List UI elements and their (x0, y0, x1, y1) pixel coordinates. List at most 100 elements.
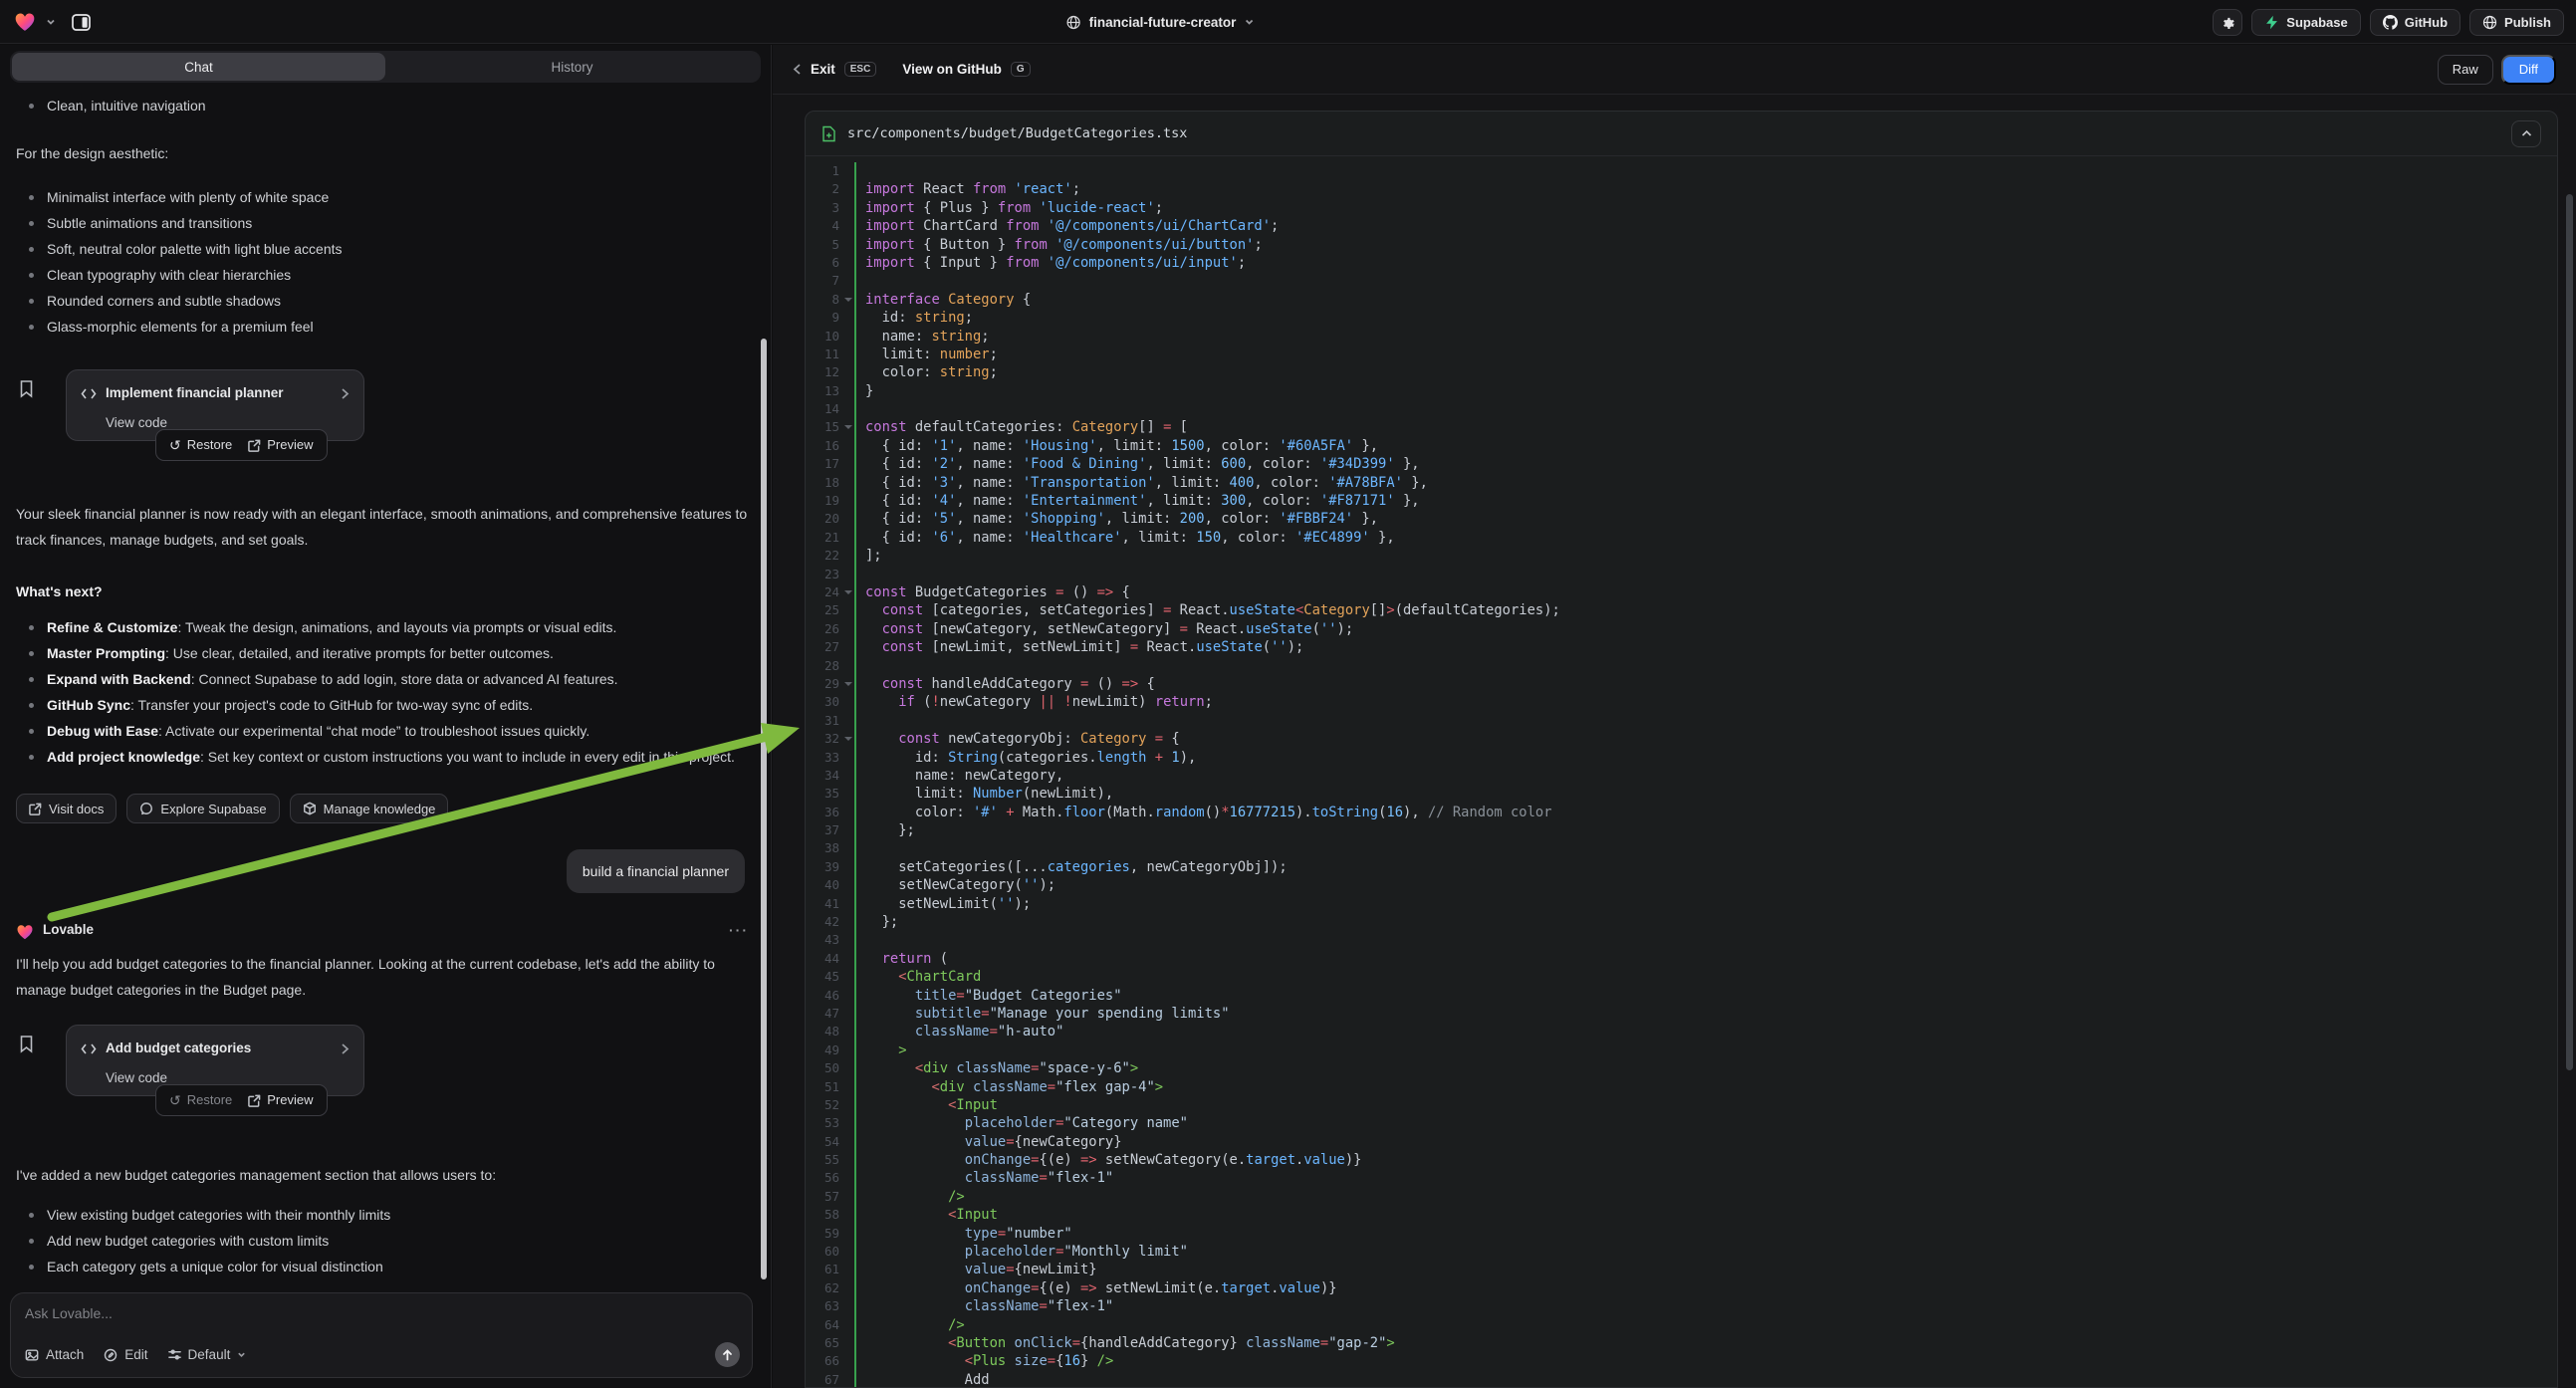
manage-knowledge-button[interactable]: Manage knowledge (290, 794, 449, 823)
list-item: Add new budget categories with custom li… (16, 1228, 749, 1254)
code-line: 26 const [newCategory, setNewCategory] =… (806, 620, 2557, 638)
settings-button[interactable] (2213, 9, 2242, 36)
code-line-text: } (854, 382, 2557, 400)
restore-icon: ↺ (169, 438, 181, 452)
list-item: Clean, intuitive navigation (16, 93, 749, 118)
assistant-ready-text: Your sleek financial planner is now read… (16, 501, 749, 553)
exit-button[interactable]: Exit ESC (793, 62, 876, 77)
line-number: 28 (806, 657, 839, 675)
fold-spacer (839, 1206, 854, 1224)
fold-spacer (839, 180, 854, 198)
collapse-file-button[interactable] (2511, 120, 2541, 147)
code-editor-content[interactable]: 12import React from 'react';3import { Pl… (806, 157, 2557, 1387)
restore-button[interactable]: ↺ Restore (169, 1087, 232, 1113)
edit-button[interactable]: Edit (104, 1347, 147, 1362)
publish-button[interactable]: Publish (2469, 9, 2564, 36)
code-line: 7 (806, 272, 2557, 290)
code-line-text (854, 712, 2557, 730)
code-scrollbar[interactable] (2566, 194, 2573, 1070)
model-select[interactable]: Default (168, 1347, 247, 1362)
code-line: 13} (806, 382, 2557, 400)
file-path-row[interactable]: src/components/budget/BudgetCategories.t… (806, 112, 2557, 156)
fold-spacer (839, 1334, 854, 1352)
fold-chevron-icon[interactable] (839, 675, 854, 693)
fold-spacer (839, 254, 854, 272)
code-line: 37 }; (806, 821, 2557, 839)
fold-chevron-icon[interactable] (839, 583, 854, 601)
code-line-text: }; (854, 913, 2557, 931)
tab-history[interactable]: History (385, 53, 759, 81)
restore-button[interactable]: ↺ Restore (169, 432, 232, 458)
code-line: 25 const [categories, setCategories] = R… (806, 601, 2557, 619)
code-line-text: limit: number; (854, 346, 2557, 363)
line-number: 14 (806, 400, 839, 418)
github-button[interactable]: GitHub (2370, 9, 2460, 36)
whats-next-heading: What's next? (16, 578, 749, 604)
code-line: 47 subtitle="Manage your spending limits… (806, 1005, 2557, 1023)
lovable-logo-icon[interactable] (14, 12, 36, 32)
raw-toggle-button[interactable]: Raw (2438, 55, 2493, 85)
fold-chevron-icon[interactable] (839, 418, 854, 436)
fold-spacer (839, 1005, 854, 1023)
send-button[interactable] (715, 1342, 740, 1367)
chat-scroll-area[interactable]: Clean, intuitive navigation For the desi… (0, 91, 755, 1286)
bookmark-icon[interactable] (18, 1035, 35, 1053)
code-line: 45 <ChartCard (806, 968, 2557, 986)
code-line-text: placeholder="Category name" (854, 1114, 2557, 1132)
line-number: 34 (806, 767, 839, 785)
chat-panel: Chat History Clean, intuitive navigation… (0, 45, 772, 1388)
fold-spacer (839, 1188, 854, 1206)
assistant-added-text: I've added a new budget categories manag… (16, 1162, 749, 1188)
code-line-text: subtitle="Manage your spending limits" (854, 1005, 2557, 1023)
sidebar-toggle-icon[interactable] (66, 7, 96, 37)
code-line: 17 { id: '2', name: 'Food & Dining', lim… (806, 455, 2557, 473)
code-line: 5import { Button } from '@/components/ui… (806, 236, 2557, 254)
fold-spacer (839, 1169, 854, 1187)
code-line-text: color: '#' + Math.floor(Math.random()*16… (854, 804, 2557, 821)
bookmark-icon[interactable] (18, 379, 35, 398)
preview-button[interactable]: Preview (248, 1087, 313, 1113)
view-on-github-button[interactable]: View on GitHub G (902, 62, 1030, 77)
code-line: 24const BudgetCategories = () => { (806, 583, 2557, 601)
fold-spacer (839, 1096, 854, 1114)
fold-chevron-icon[interactable] (839, 291, 854, 309)
chevron-left-icon (793, 63, 802, 76)
assistant-header: Lovable ··· (16, 917, 749, 943)
list-item: Glass-morphic elements for a premium fee… (16, 314, 749, 340)
chat-input-placeholder: Ask Lovable... (25, 1305, 738, 1321)
code-line: 50 <div className="space-y-6"> (806, 1059, 2557, 1077)
fold-spacer (839, 455, 854, 473)
code-line-text: { id: '5', name: 'Shopping', limit: 200,… (854, 510, 2557, 528)
code-line: 23 (806, 566, 2557, 583)
supabase-button[interactable]: Supabase (2251, 9, 2360, 36)
attach-button[interactable]: Attach (25, 1347, 84, 1362)
message-menu-icon[interactable]: ··· (729, 917, 749, 943)
publish-globe-icon (2482, 15, 2497, 30)
workspace-chevron-down-icon[interactable] (46, 17, 56, 27)
project-switcher[interactable]: financial-future-creator (1066, 0, 1255, 44)
visit-docs-button[interactable]: Visit docs (16, 794, 117, 823)
code-line-text: setCategories([...categories, newCategor… (854, 858, 2557, 876)
chat-input-box[interactable]: Ask Lovable... Attach Edit (10, 1292, 753, 1378)
explore-supabase-button[interactable]: Explore Supabase (126, 794, 279, 823)
tab-chat[interactable]: Chat (12, 53, 385, 81)
fold-chevron-icon[interactable] (839, 730, 854, 748)
code-line: 62 onChange={(e) => setNewLimit(e.target… (806, 1279, 2557, 1297)
assistant-name: Lovable (43, 917, 94, 943)
preview-button[interactable]: Preview (248, 432, 313, 458)
code-line-text: id: String(categories.length + 1), (854, 749, 2557, 767)
chat-scrollbar[interactable] (761, 339, 767, 1279)
code-line-text: Add (854, 1371, 2557, 1388)
line-number: 35 (806, 785, 839, 803)
fold-spacer (839, 474, 854, 492)
code-line: 52 <Input (806, 1096, 2557, 1114)
fold-spacer (839, 1023, 854, 1041)
version-title: Add budget categories (106, 1036, 251, 1061)
code-line: 18 { id: '3', name: 'Transportation', li… (806, 474, 2557, 492)
code-line: 28 (806, 657, 2557, 675)
fold-spacer (839, 547, 854, 565)
line-number: 19 (806, 492, 839, 510)
diff-toggle-button[interactable]: Diff (2501, 55, 2556, 85)
assistant-intro-text: I'll help you add budget categories to t… (16, 951, 749, 1003)
code-line-text: { id: '2', name: 'Food & Dining', limit:… (854, 455, 2557, 473)
